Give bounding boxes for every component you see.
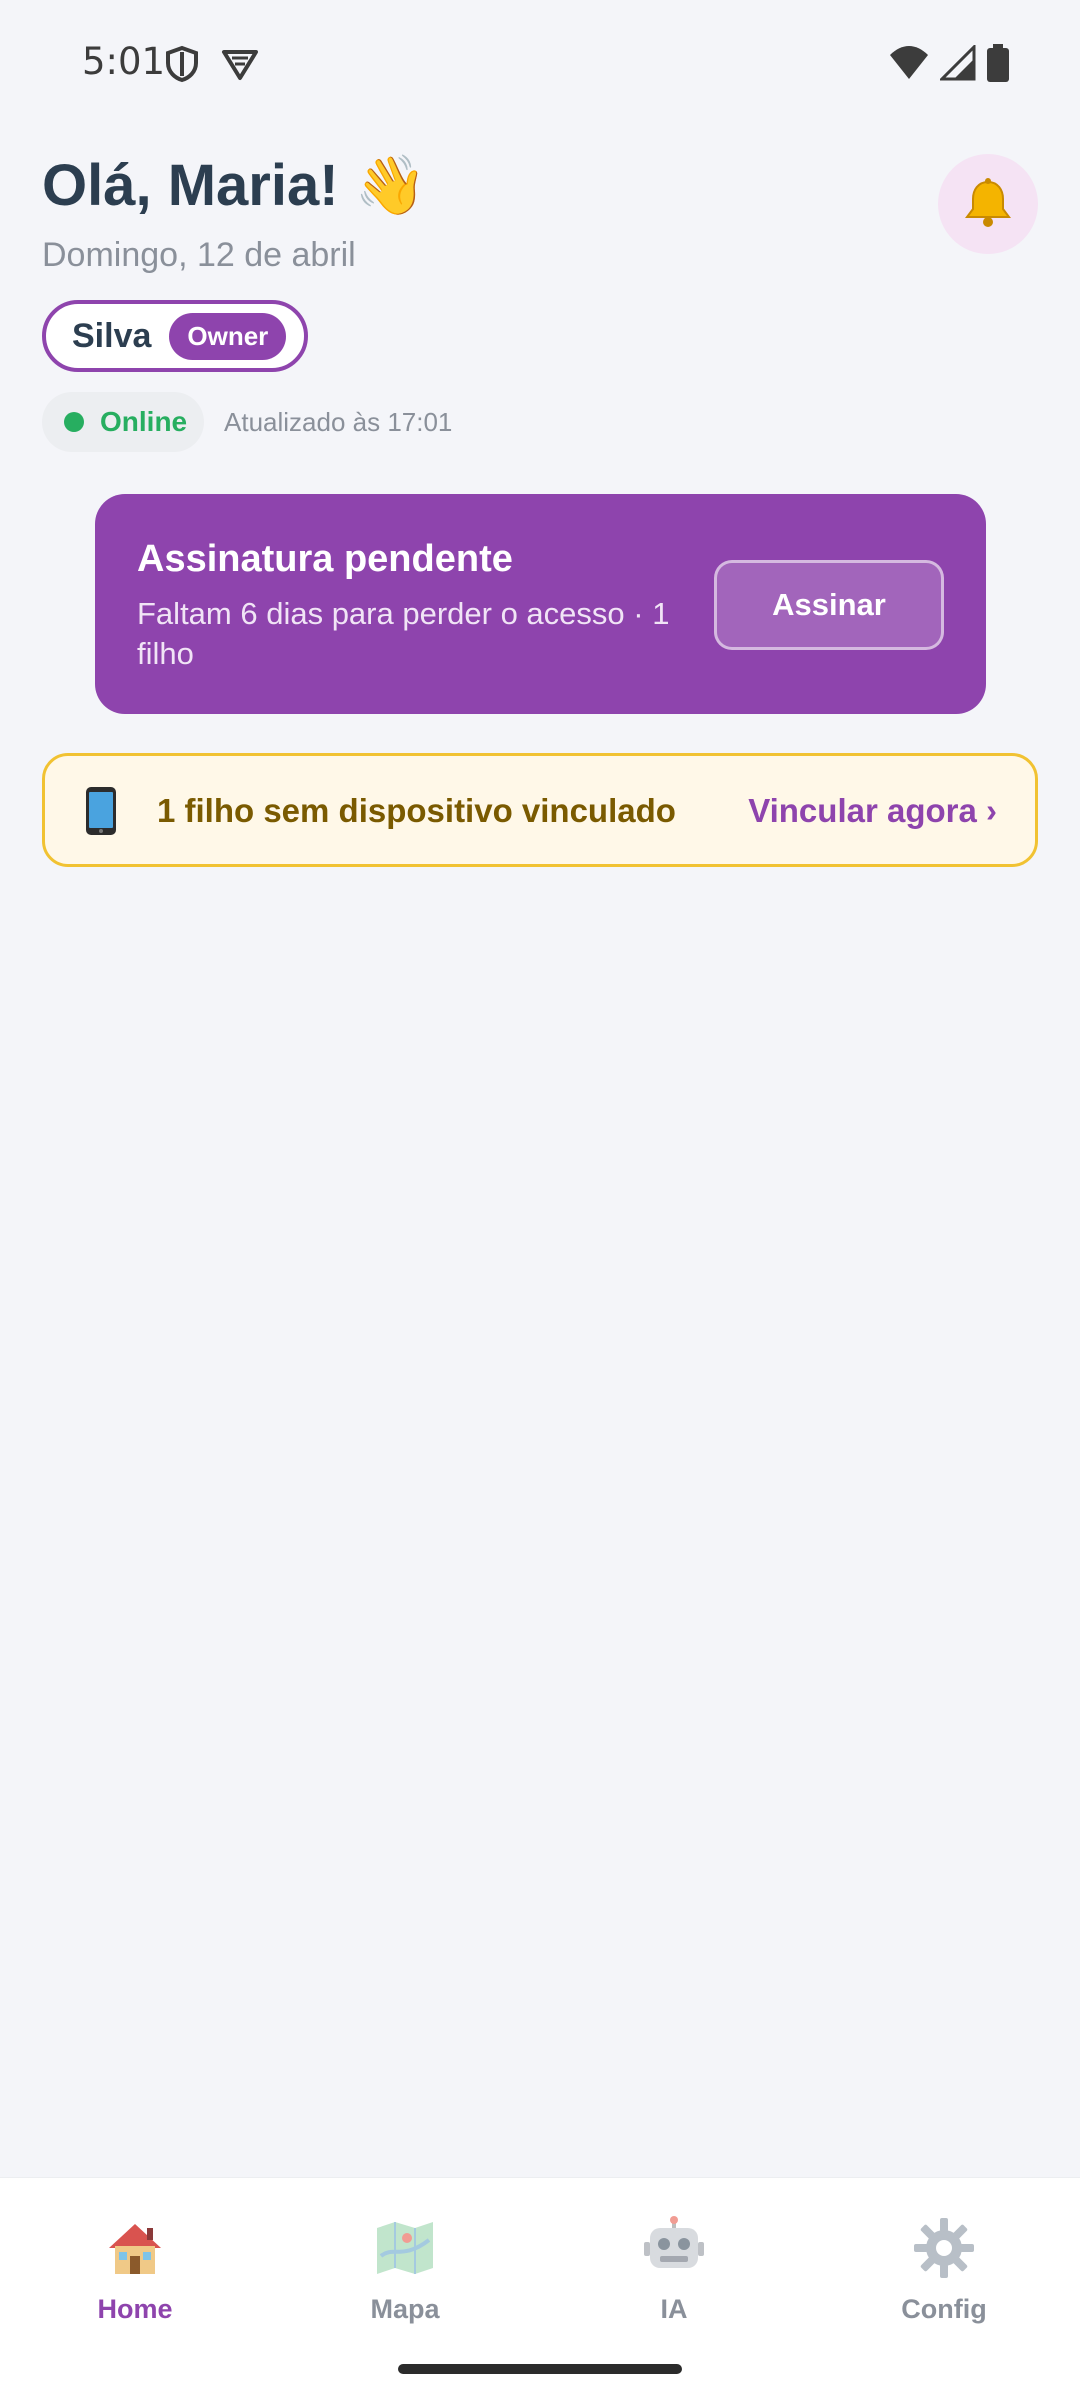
device-alert-text: 1 filho sem dispositivo vinculado [157,792,676,829]
nav-item-map[interactable]: Mapa [305,2216,505,2325]
nav-label-home: Home [97,2294,173,2324]
online-dot-icon [64,412,84,432]
nav-label-map: Mapa [370,2294,440,2324]
robot-icon [644,2216,704,2268]
last-updated: Atualizado às 17:01 [224,407,453,437]
device-alert-banner[interactable]: 1 filho sem dispositivo vinculado Vincul… [42,753,1038,867]
battery-icon [987,44,1009,82]
shield-icon [166,45,198,83]
subscribe-button[interactable]: Assinar [714,560,944,650]
status-bar: 5:01 [0,0,1080,130]
wifi-icon [890,46,928,79]
link-device-button[interactable]: Vincular agora › [748,792,997,830]
phone-icon [86,787,116,835]
nav-item-home[interactable]: Home [35,2216,235,2325]
status-icons [888,44,1010,82]
subscription-description: Faltam 6 dias para perder o acesso · 1 f… [137,596,670,671]
home-indicator[interactable] [398,2364,682,2374]
vpn-icon [222,50,258,80]
signal-icon [940,45,976,81]
nav-label-config: Config [901,2294,987,2324]
greeting-title: Olá, Maria! 👋 [42,153,427,218]
nav-item-ai[interactable]: IA [574,2216,774,2325]
map-icon [377,2222,433,2274]
home-icon [109,2224,161,2274]
nav-label-ai: IA [660,2294,688,2324]
subscription-card: Assinatura pendente Faltam 6 dias para p… [95,494,986,714]
subscription-title: Assinatura pendente [137,538,513,580]
connection-status-label: Online [100,406,188,437]
family-name: Silva [72,316,152,355]
role-badge: Owner [169,312,287,360]
nav-item-config[interactable]: Config [844,2216,1044,2325]
notifications-button[interactable] [938,154,1038,254]
family-selector[interactable]: Silva Owner [42,300,308,372]
gear-icon [914,2218,974,2278]
bell-icon [965,178,1011,227]
connection-status: Online [42,392,204,452]
status-time: 5:01 [82,40,166,83]
current-date: Domingo, 12 de abril [42,236,356,274]
home-screen: 5:01 Olá, Maria! 👋 Domingo, 12 de abril [0,0,1080,2400]
